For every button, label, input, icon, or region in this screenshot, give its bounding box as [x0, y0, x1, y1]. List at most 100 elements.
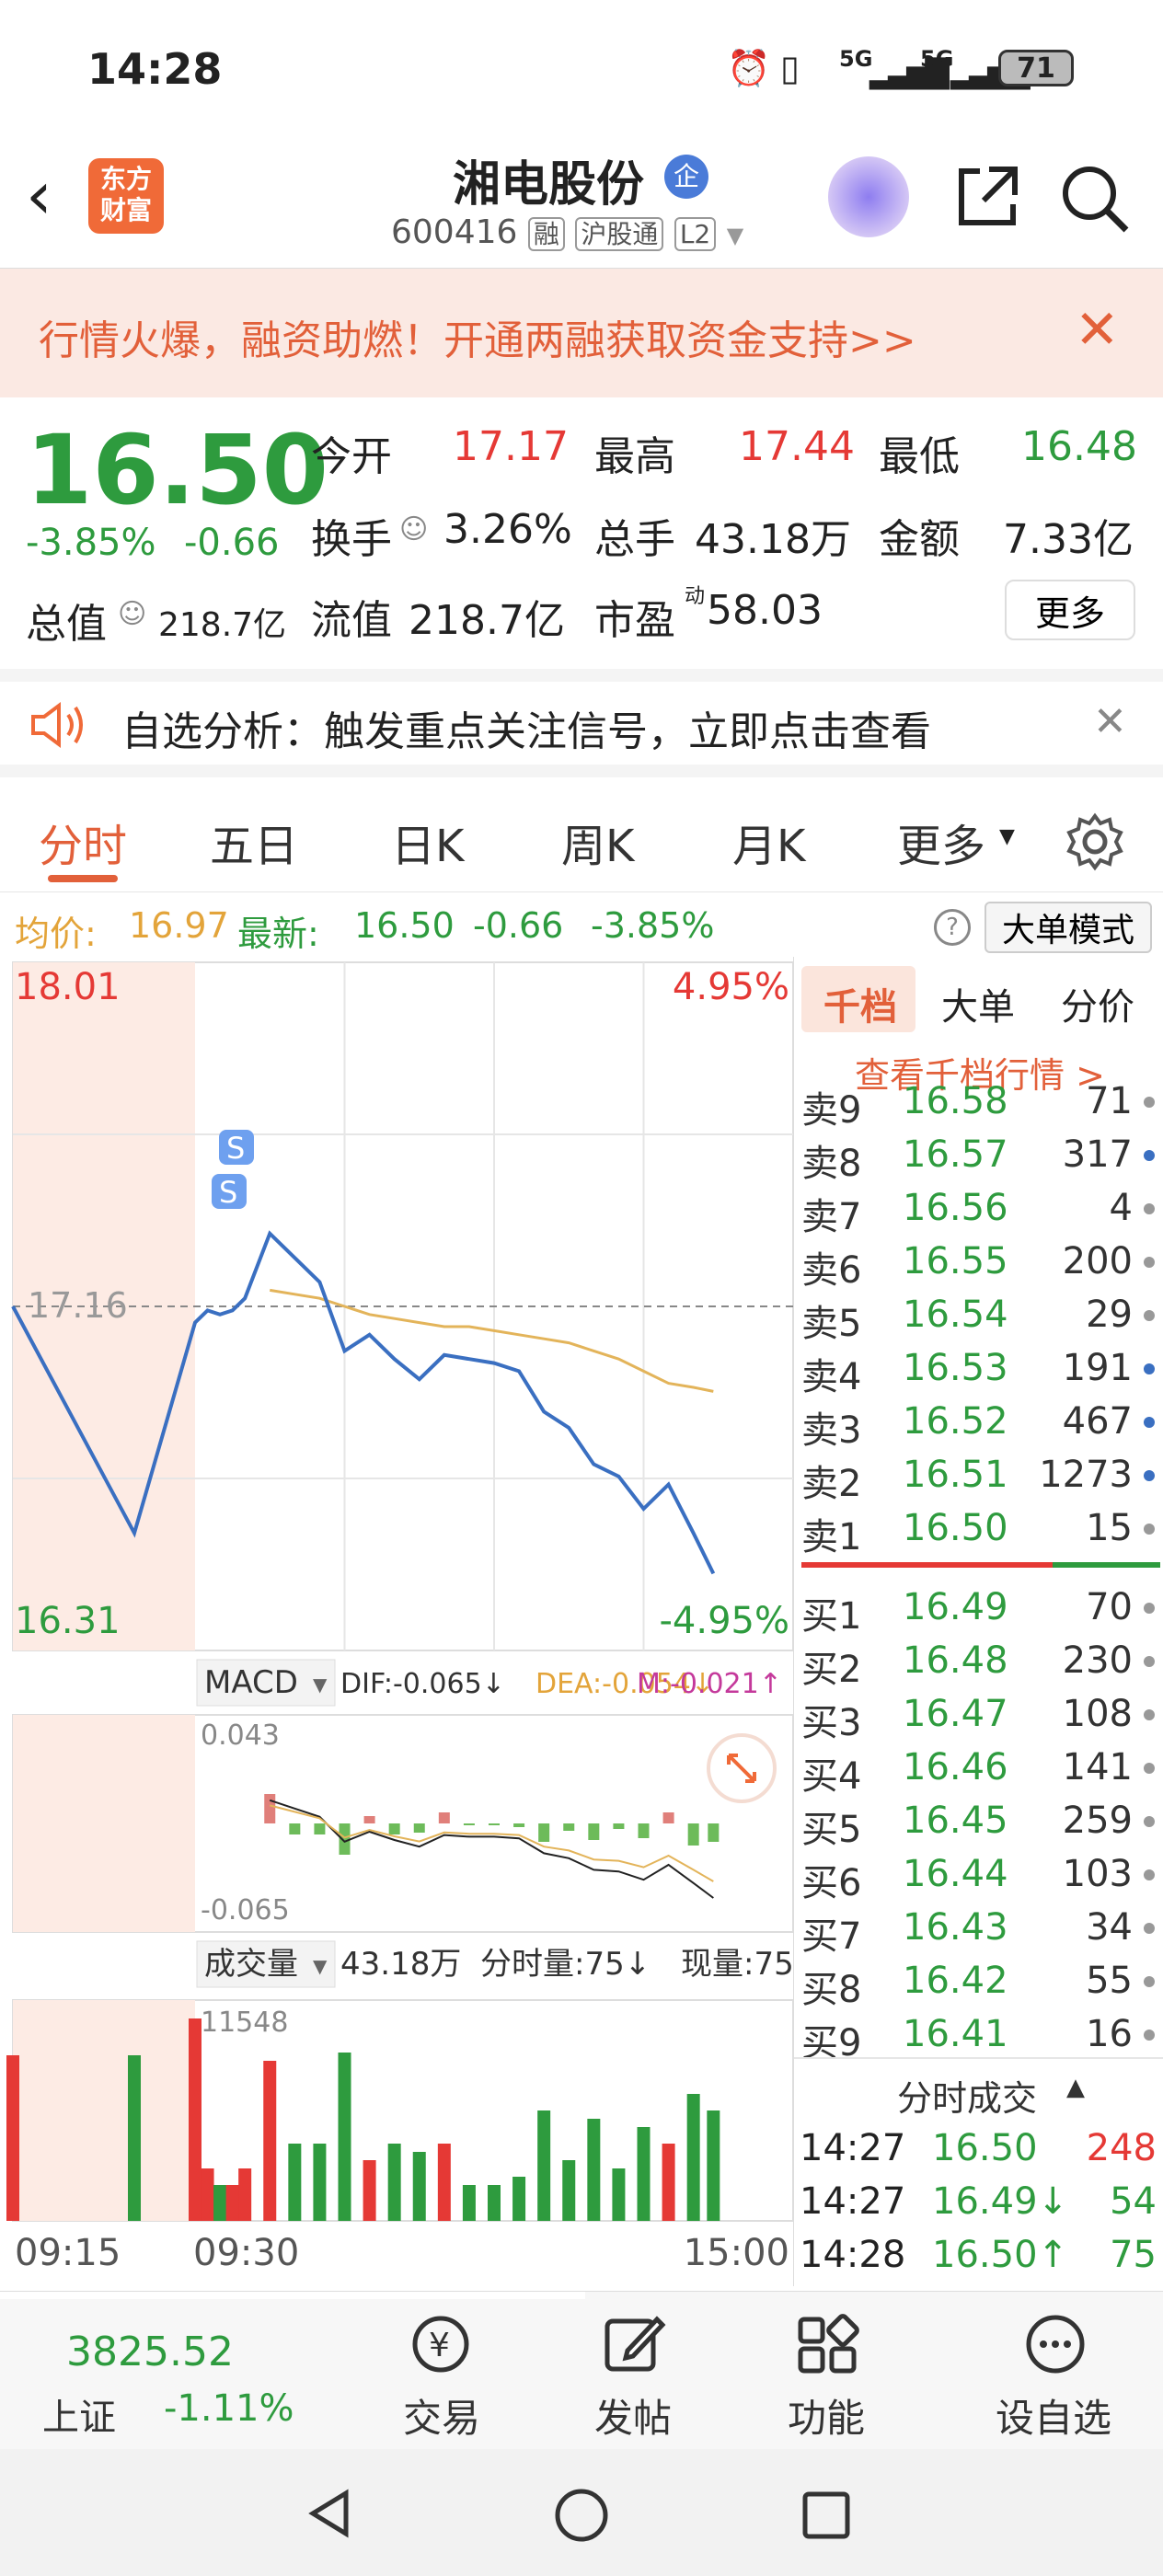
nav-features[interactable]: 功能: [729, 2292, 922, 2450]
low-value: 16.48: [1021, 423, 1137, 470]
tab-monthly-k[interactable]: 月K: [732, 810, 805, 874]
bid-row[interactable]: 买9 16.41 16: [794, 2009, 1163, 2061]
bid-row[interactable]: 买6 16.44 103: [794, 1849, 1163, 1904]
info-icon[interactable]: ☺: [399, 513, 428, 546]
help-icon[interactable]: ?: [934, 909, 971, 946]
back-icon[interactable]: ‹: [26, 156, 52, 234]
time-end-label: 15:00: [684, 2232, 789, 2274]
bid-row[interactable]: 买7 16.43 34: [794, 1903, 1163, 1958]
ask-row[interactable]: 卖9 16.58 71: [794, 1076, 1163, 1132]
ask-row[interactable]: 卖1 16.50 15: [794, 1503, 1163, 1558]
brand-logo[interactable]: 东方 财富: [88, 158, 164, 234]
status-bar: 14:28 ⏰ ▯ 5G ▂▃▅▇ 5G ▂▃▅▇ 71: [0, 0, 1163, 138]
pencil-icon: [605, 2316, 666, 2372]
nav-post[interactable]: 发帖: [535, 2292, 729, 2450]
robot-assistant-icon[interactable]: [828, 156, 909, 237]
pe-value: 58.03: [707, 587, 823, 634]
more-button[interactable]: 更多: [1005, 580, 1135, 640]
trade-volume: 54: [1110, 2180, 1157, 2223]
share-icon[interactable]: [952, 162, 1022, 232]
ask-row[interactable]: 卖5 16.54 29: [794, 1290, 1163, 1345]
promo-banner[interactable]: 行情火爆，融资助燃！开通两融获取资金支持>> ✕: [0, 269, 1163, 397]
stock-code-line[interactable]: 600416 融 沪股通 L2 ▼: [391, 213, 743, 251]
bid-price: 16.45: [903, 1800, 1008, 1842]
analysis-text: 自选分析：触发重点关注信号，立即点击查看: [121, 708, 931, 755]
promo-text: 行情火爆，融资助燃！开通两融获取资金支持>>: [39, 317, 916, 364]
tab-weekly-k[interactable]: 周K: [561, 810, 634, 874]
order-dot-icon: [1144, 1603, 1155, 1614]
home-circle-icon[interactable]: [554, 2488, 609, 2543]
tab-five-day[interactable]: 五日: [210, 810, 298, 874]
tab-intraday[interactable]: 分时: [39, 810, 127, 874]
bid-row[interactable]: 买4 16.46 141: [794, 1742, 1163, 1798]
big-order-mode-button[interactable]: 大单模式: [985, 902, 1152, 953]
tab-price-levels[interactable]: 分价: [1061, 977, 1134, 1030]
volume-bar: [662, 2144, 675, 2221]
bid-volume: 70: [1086, 1586, 1133, 1628]
tab-depth[interactable]: 千档: [823, 977, 897, 1030]
volume-tick: 分时量:75↓: [480, 1946, 651, 1983]
price-change: -0.66: [184, 522, 280, 564]
trades-title[interactable]: 分时成交: [897, 2070, 1037, 2121]
volume-bar: [128, 2055, 141, 2221]
ask-row[interactable]: 卖7 16.56 4: [794, 1183, 1163, 1238]
nav-add-watch[interactable]: 设自选: [957, 2292, 1163, 2450]
ask-row[interactable]: 卖2 16.51 1273: [794, 1450, 1163, 1505]
recents-square-icon[interactable]: [800, 2490, 852, 2541]
volume-bar: [707, 2110, 720, 2221]
ask-level-label: 卖8: [801, 1143, 862, 1185]
trade-row: 14:27 16.49↓ 54: [794, 2177, 1163, 2228]
svg-text:¥: ¥: [429, 2327, 450, 2364]
bid-price: 16.48: [903, 1639, 1008, 1682]
index-name: 上证: [42, 2397, 116, 2439]
search-icon[interactable]: [1058, 162, 1132, 236]
bid-level-label: 买5: [801, 1809, 862, 1851]
pe-label: 市盈: [594, 597, 675, 644]
bid-level-label: 买6: [801, 1862, 862, 1904]
nav-trade[interactable]: ¥ 交易: [342, 2292, 535, 2450]
signal-marker-text: S: [226, 1131, 245, 1166]
gear-icon[interactable]: [1065, 812, 1124, 871]
close-icon[interactable]: ✕: [1075, 298, 1120, 361]
intraday-chart-svg[interactable]: S S 18.01 16.31 17.16 4.95% -4.95% MACD …: [0, 957, 794, 2286]
bid-row[interactable]: 买2 16.48 230: [794, 1636, 1163, 1691]
high-value: 17.44: [739, 423, 855, 470]
latest-label: 最新:: [237, 914, 319, 954]
bid-row[interactable]: 买3 16.47 108: [794, 1689, 1163, 1744]
ask-row[interactable]: 卖6 16.55 200: [794, 1236, 1163, 1292]
bid-row[interactable]: 买5 16.45 259: [794, 1796, 1163, 1851]
volume-bar: [686, 2094, 700, 2221]
info-icon[interactable]: ☺: [118, 598, 146, 630]
ask-level-label: 卖4: [801, 1356, 862, 1398]
active-tab-indicator: [48, 875, 118, 882]
ask-row[interactable]: 卖4 16.53 191: [794, 1343, 1163, 1398]
tab-daily-k[interactable]: 日K: [391, 810, 464, 874]
bid-row[interactable]: 买1 16.49 70: [794, 1582, 1163, 1638]
volume-bar: [562, 2160, 576, 2221]
bid-row[interactable]: 买8 16.42 55: [794, 1956, 1163, 2011]
chevron-up-icon[interactable]: ▲: [1066, 2074, 1085, 2101]
order-dot-icon: [1144, 1709, 1155, 1720]
back-triangle-icon[interactable]: [304, 2488, 355, 2539]
ask-row[interactable]: 卖3 16.52 467: [794, 1397, 1163, 1452]
close-icon[interactable]: ✕: [1093, 698, 1127, 745]
ask-price: 16.54: [903, 1294, 1008, 1336]
alarm-icon: ⏰: [727, 48, 771, 88]
float-label: 流值: [311, 597, 392, 644]
period-tabs: 分时 五日 日K 周K 月K 更多 ▼: [0, 777, 1163, 892]
volume-bar: [225, 2185, 239, 2221]
macd-bar: [687, 1823, 699, 1846]
analysis-banner[interactable]: 自选分析：触发重点关注信号，立即点击查看 ✕: [0, 669, 1163, 777]
ask-level-label: 卖7: [801, 1196, 862, 1238]
macd-bar: [388, 1823, 400, 1834]
tab-big-orders[interactable]: 大单: [941, 977, 1015, 1030]
ask-row[interactable]: 卖8 16.57 317: [794, 1130, 1163, 1185]
macd-bar: [513, 1823, 525, 1827]
nav-features-label: 功能: [788, 2396, 866, 2441]
index-ticker[interactable]: 3825.52 上证 -1.11%: [0, 2292, 342, 2450]
volume-bar: [201, 2168, 214, 2221]
turnover-label: 换手: [311, 516, 392, 563]
tab-more[interactable]: 更多: [897, 810, 985, 874]
order-dot-icon: [1144, 1976, 1155, 1987]
trade-volume: 248: [1086, 2127, 1157, 2169]
